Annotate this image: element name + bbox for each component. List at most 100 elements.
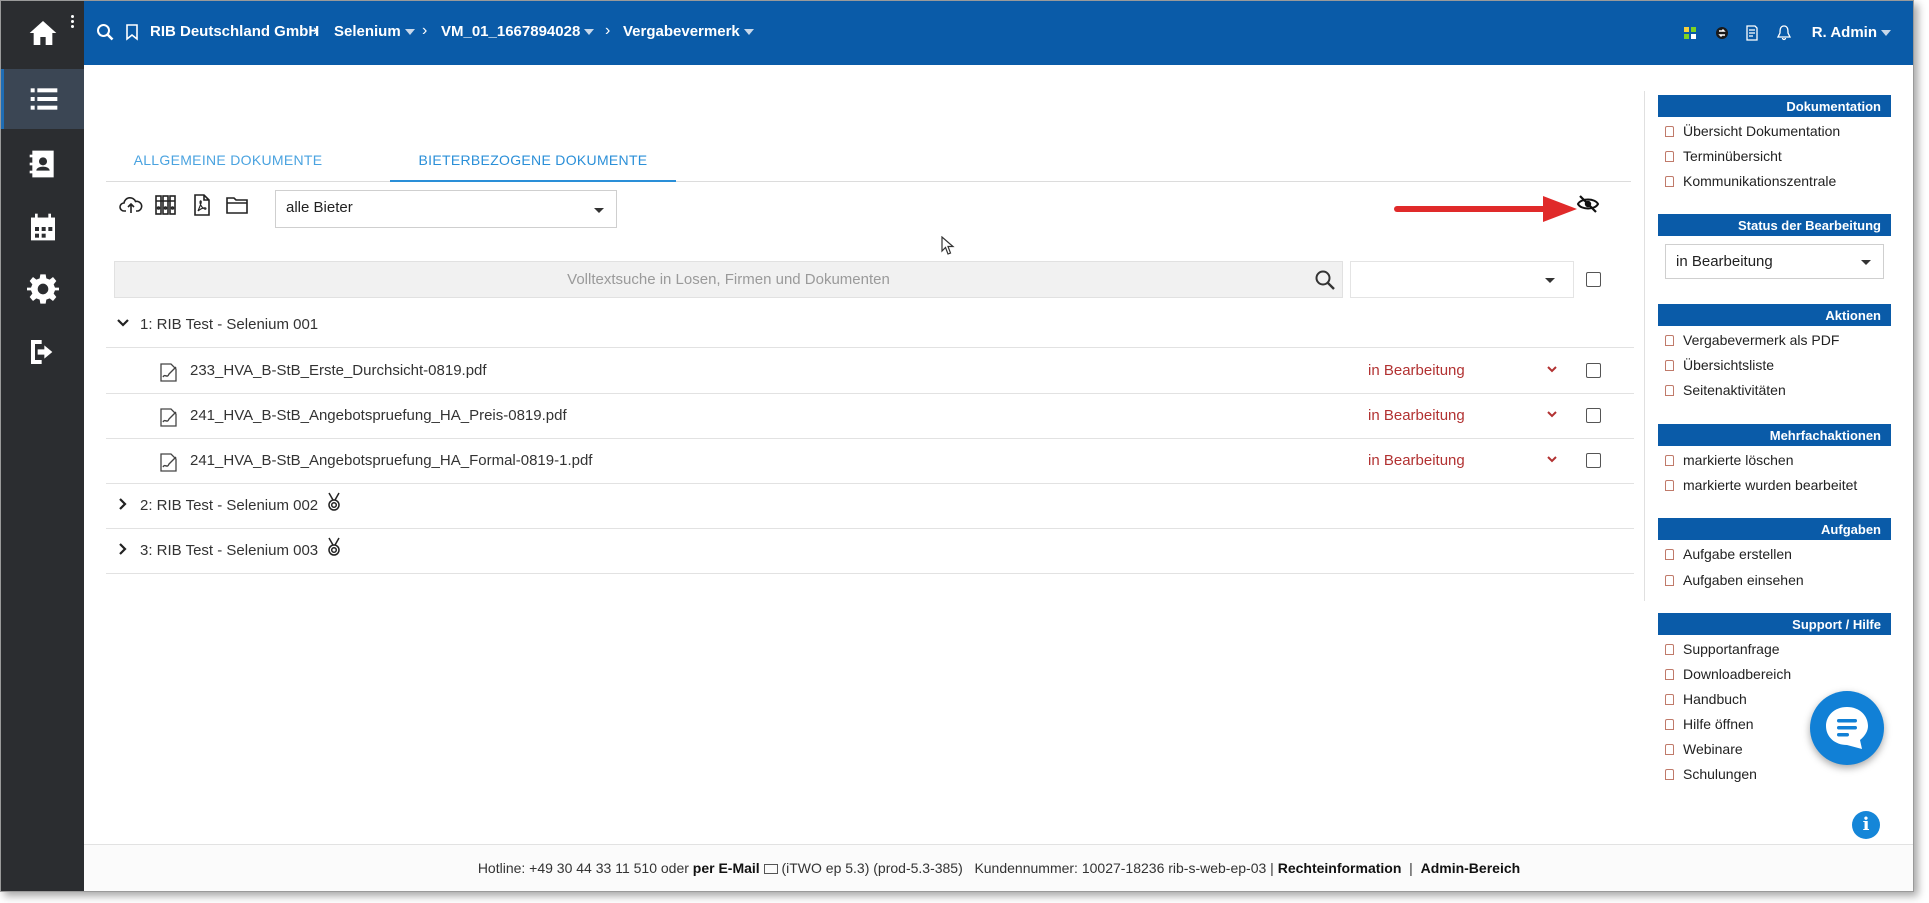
breadcrumb-procedure[interactable]: VM_01_1667894028 — [441, 23, 595, 40]
eye-slash-icon[interactable] — [1576, 192, 1600, 216]
bookmark-icon — [1665, 549, 1674, 560]
cloud-upload-icon[interactable] — [119, 193, 145, 219]
document-checkbox[interactable] — [1586, 453, 1601, 468]
footer: Hotline: +49 30 44 33 11 510 oder per E-… — [84, 844, 1913, 891]
document-signature-icon — [158, 361, 182, 385]
link-webinare[interactable]: Webinare — [1665, 741, 1743, 761]
logout-icon — [30, 340, 52, 364]
link-aufgabe-erstellen[interactable]: Aufgabe erstellen — [1665, 546, 1792, 566]
document-signature-icon — [158, 451, 182, 475]
bookmark-icon — [1665, 669, 1674, 680]
bell-icon[interactable] — [1776, 25, 1792, 41]
pdf-file-icon[interactable] — [190, 193, 216, 219]
search-icon[interactable] — [1314, 269, 1336, 291]
panel-header-status: Status der Bearbeitung — [1658, 214, 1891, 236]
chevron-down-icon — [1545, 278, 1555, 283]
bookmark-icon[interactable] — [123, 23, 141, 41]
bieter-select[interactable]: alle Bieter — [275, 190, 617, 228]
status-select-value: in Bearbeitung — [1676, 253, 1773, 270]
footer-email-link[interactable]: per E-Mail — [693, 860, 760, 876]
home-nav-button[interactable] — [1, 3, 84, 63]
footer-separator: | — [1409, 860, 1413, 876]
fulltext-search-input[interactable]: Volltextsuche in Losen, Firmen und Dokum… — [114, 261, 1343, 298]
link-kommunikationszentrale[interactable]: Kommunikationszentrale — [1665, 173, 1836, 193]
transfer-icon[interactable] — [1714, 25, 1730, 41]
address-book-icon — [29, 150, 54, 178]
status-chevron-down-icon[interactable] — [1546, 362, 1560, 376]
document-row[interactable]: 241_HVA_B-StB_Angebotspruefung_HA_Preis-… — [106, 394, 1634, 439]
binders-icon[interactable] — [154, 193, 180, 219]
top-bar: RIB Deutschland GmbH › Selenium › VM_01_… — [84, 1, 1913, 65]
select-all-checkbox[interactable] — [1586, 272, 1601, 287]
chat-button[interactable] — [1810, 691, 1884, 765]
chevron-right-icon[interactable] — [116, 497, 132, 513]
bookmark-icon — [1665, 769, 1674, 780]
document-row[interactable]: 241_HVA_B-StB_Angebotspruefung_HA_Formal… — [106, 439, 1634, 484]
tab-allgemeine-dokumente[interactable]: ALLGEMEINE DOKUMENTE — [108, 140, 348, 182]
status-filter-select[interactable] — [1350, 261, 1574, 298]
user-menu[interactable]: R. Admin — [1812, 24, 1891, 41]
document-row[interactable]: 233_HVA_B-StB_Erste_Durchsicht-0819.pdf … — [106, 349, 1634, 394]
document-status: in Bearbeitung — [1368, 362, 1465, 379]
group-row[interactable]: 2: RIB Test - Selenium 002 — [106, 484, 1634, 529]
link-uebersicht-dokumentation[interactable]: Übersicht Dokumentation — [1665, 123, 1840, 143]
notes-icon[interactable] — [1744, 25, 1760, 41]
panel-header-mehrfachaktionen: Mehrfachaktionen — [1658, 424, 1891, 446]
panel-header-aufgaben: Aufgaben — [1658, 518, 1891, 540]
chevron-down-icon[interactable] — [116, 316, 132, 332]
info-icon[interactable]: i — [1852, 811, 1880, 839]
group-label: 3: RIB Test - Selenium 003 — [140, 542, 319, 559]
footer-admin-link[interactable]: Admin-Bereich — [1421, 860, 1521, 876]
link-vergabevermerk-pdf[interactable]: Vergabevermerk als PDF — [1665, 332, 1839, 352]
link-markierte-bearbeitet[interactable]: markierte wurden bearbeitet — [1665, 477, 1857, 497]
logout-nav-button[interactable] — [1, 322, 84, 382]
group-label: 2: RIB Test - Selenium 002 — [140, 497, 319, 514]
chevron-right-icon[interactable] — [116, 542, 132, 558]
tab-bieterbezogene-dokumente[interactable]: BIETERBEZOGENE DOKUMENTE — [390, 140, 676, 182]
gear-icon — [26, 274, 59, 304]
left-sidebar — [1, 1, 84, 891]
group-row[interactable]: 1: RIB Test - Selenium 001 — [106, 303, 1634, 348]
breadcrumb-separator: › — [313, 22, 319, 39]
link-supportanfrage[interactable]: Supportanfrage — [1665, 641, 1780, 661]
status-bearbeitung-select[interactable]: in Bearbeitung — [1665, 244, 1884, 279]
document-checkbox[interactable] — [1586, 363, 1601, 378]
breadcrumb-company[interactable]: RIB Deutschland GmbH — [150, 23, 319, 40]
link-seitenaktivitaeten[interactable]: Seitenaktivitäten — [1665, 382, 1786, 402]
home-icon — [29, 21, 56, 45]
bookmark-icon — [1665, 744, 1674, 755]
search-icon[interactable] — [96, 23, 114, 41]
calendar-nav-button[interactable] — [1, 197, 84, 257]
breadcrumb-page[interactable]: Vergabevermerk — [623, 23, 754, 40]
link-markierte-loeschen[interactable]: markierte löschen — [1665, 452, 1794, 472]
link-schulungen[interactable]: Schulungen — [1665, 766, 1757, 786]
link-downloadbereich[interactable]: Downloadbereich — [1665, 666, 1791, 686]
sidebar-more-icon[interactable] — [71, 13, 77, 33]
folder-icon[interactable] — [225, 193, 251, 219]
list-icon — [30, 88, 58, 110]
bookmark-icon — [1665, 335, 1674, 346]
document-signature-icon — [158, 406, 182, 430]
link-handbuch[interactable]: Handbuch — [1665, 691, 1747, 711]
link-terminuebersicht[interactable]: Terminübersicht — [1665, 148, 1782, 168]
link-uebersichtsliste[interactable]: Übersichtsliste — [1665, 357, 1774, 377]
chat-icon — [1826, 707, 1868, 749]
dashboard-icon[interactable] — [1682, 25, 1698, 41]
status-chevron-down-icon[interactable] — [1546, 452, 1560, 466]
settings-nav-button[interactable] — [1, 259, 84, 319]
list-nav-button[interactable] — [1, 69, 84, 129]
link-aufgaben-einsehen[interactable]: Aufgaben einsehen — [1665, 572, 1804, 592]
contacts-nav-button[interactable] — [1, 134, 84, 194]
footer-rechteinformation-link[interactable]: Rechteinformation — [1278, 860, 1402, 876]
calendar-icon — [30, 213, 55, 241]
link-hilfe-oeffnen[interactable]: Hilfe öffnen — [1665, 716, 1754, 736]
document-name[interactable]: 241_HVA_B-StB_Angebotspruefung_HA_Formal… — [190, 452, 592, 469]
footer-version: (iTWO ep 5.3) (prod-5.3-385) — [781, 860, 963, 876]
status-chevron-down-icon[interactable] — [1546, 407, 1560, 421]
document-name[interactable]: 233_HVA_B-StB_Erste_Durchsicht-0819.pdf — [190, 362, 487, 379]
group-row[interactable]: 3: RIB Test - Selenium 003 — [106, 529, 1634, 574]
document-checkbox[interactable] — [1586, 408, 1601, 423]
breadcrumb-project[interactable]: Selenium — [334, 23, 415, 40]
mouse-cursor-icon — [941, 236, 955, 255]
document-name[interactable]: 241_HVA_B-StB_Angebotspruefung_HA_Preis-… — [190, 407, 567, 424]
